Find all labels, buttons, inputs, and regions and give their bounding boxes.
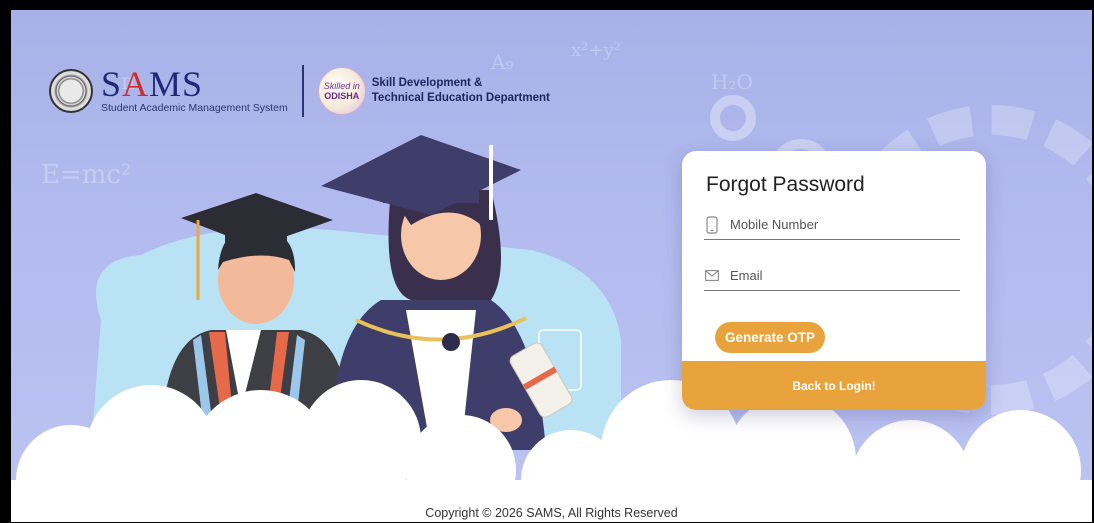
odisha-logo-text-1: Skilled in xyxy=(323,81,360,91)
card-title: Forgot Password xyxy=(706,173,865,196)
mobile-phone-icon xyxy=(704,215,720,234)
sams-title-ms: MS xyxy=(149,64,204,104)
copyright-text: Copyright © 2026 SAMS, All Rights Reserv… xyxy=(425,506,678,520)
skilled-in-odisha-logo: Skilled in ODISHA xyxy=(317,67,366,115)
envelope-icon xyxy=(704,267,720,285)
forgot-password-card: Forgot Password Generate OTP Back to Log… xyxy=(682,151,986,410)
page-frame: E=mc² π A₉ H₂O x²+y² SAMS Student Academ… xyxy=(11,10,1092,522)
sams-title-s: S xyxy=(101,64,123,104)
header-divider xyxy=(301,65,304,117)
mobile-number-input[interactable] xyxy=(730,217,950,232)
email-field xyxy=(704,261,960,291)
app-header: SAMS Student Academic Management System … xyxy=(49,65,550,117)
department-name: Skill Development & Technical Education … xyxy=(372,76,550,106)
generate-otp-button[interactable]: Generate OTP xyxy=(715,322,825,353)
sams-subtitle: Student Academic Management System xyxy=(101,102,288,114)
odisha-logo-text-2: ODISHA xyxy=(324,91,360,101)
back-to-login-button[interactable]: Back to Login! xyxy=(682,361,986,410)
sams-logo: SAMS Student Academic Management System xyxy=(101,66,288,114)
odisha-emblem-icon xyxy=(49,69,93,113)
sams-title: SAMS xyxy=(101,66,288,102)
department-line-1: Skill Development & xyxy=(371,77,483,89)
department-line-2: Technical Education Department xyxy=(371,92,550,104)
email-input[interactable] xyxy=(730,268,950,283)
mobile-field xyxy=(704,210,960,240)
sams-title-a: A xyxy=(122,64,150,104)
